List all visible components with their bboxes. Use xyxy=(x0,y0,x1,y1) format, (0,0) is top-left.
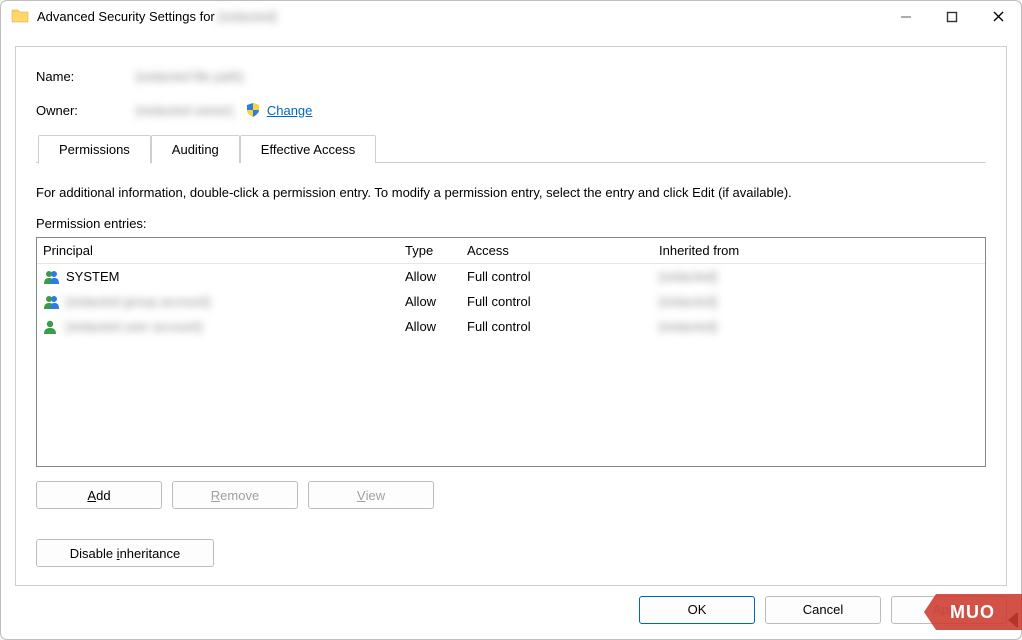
add-button[interactable]: Add xyxy=(36,481,162,509)
table-row[interactable]: [redacted group account] AllowFull contro… xyxy=(37,289,985,314)
access-cell: Full control xyxy=(467,294,659,309)
list-header: Principal Type Access Inherited from xyxy=(37,238,985,264)
access-cell: Full control xyxy=(467,319,659,334)
owner-label: Owner: xyxy=(36,103,136,118)
inheritance-actions: Disable inheritance xyxy=(36,539,986,567)
col-inherited[interactable]: Inherited from xyxy=(659,243,985,258)
minimize-button[interactable] xyxy=(883,1,929,32)
view-button[interactable]: View xyxy=(308,481,434,509)
principal-cell: [redacted user account] xyxy=(66,319,202,334)
window-controls xyxy=(883,1,1021,32)
permission-entries-list[interactable]: Principal Type Access Inherited from SYS… xyxy=(36,237,986,467)
permissions-tab-body: For additional information, double-click… xyxy=(16,169,1006,585)
maximize-button[interactable] xyxy=(929,1,975,32)
type-cell: Allow xyxy=(405,269,467,284)
object-header: Name: [redacted file path] Owner: [redac… xyxy=(16,47,1006,169)
disable-inheritance-button[interactable]: Disable inheritance xyxy=(36,539,214,567)
entry-actions: Add Remove View xyxy=(36,481,986,509)
principal-cell: [redacted group account] xyxy=(66,294,210,309)
inherited-cell: [redacted] xyxy=(659,269,985,284)
name-label: Name: xyxy=(36,69,136,84)
close-button[interactable] xyxy=(975,1,1021,32)
info-text: For additional information, double-click… xyxy=(36,185,986,200)
inherited-cell: [redacted] xyxy=(659,294,985,309)
titlebar: Advanced Security Settings for [redacted… xyxy=(1,1,1021,32)
permission-entries-label: Permission entries: xyxy=(36,216,986,231)
tab-strip: Permissions Auditing Effective Access xyxy=(36,133,986,163)
tab-auditing[interactable]: Auditing xyxy=(151,135,240,163)
name-value: [redacted file path] xyxy=(136,69,243,84)
col-principal[interactable]: Principal xyxy=(43,243,405,258)
window-title: Advanced Security Settings for [redacted… xyxy=(37,9,276,24)
inherited-cell: [redacted] xyxy=(659,319,985,334)
table-row[interactable]: [redacted user account] AllowFull control… xyxy=(37,314,985,339)
shield-icon xyxy=(245,102,261,118)
access-cell: Full control xyxy=(467,269,659,284)
cancel-button[interactable]: Cancel xyxy=(765,596,881,624)
apply-button[interactable]: Apply xyxy=(891,596,1007,624)
remove-button[interactable]: Remove xyxy=(172,481,298,509)
ok-button[interactable]: OK xyxy=(639,596,755,624)
folder-icon xyxy=(11,7,29,26)
tab-permissions[interactable]: Permissions xyxy=(38,135,151,164)
col-access[interactable]: Access xyxy=(467,243,659,258)
tab-effective-access[interactable]: Effective Access xyxy=(240,135,376,163)
type-cell: Allow xyxy=(405,294,467,309)
col-type[interactable]: Type xyxy=(405,243,467,258)
table-row[interactable]: SYSTEM AllowFull control[redacted] xyxy=(37,264,985,289)
content-panel: Name: [redacted file path] Owner: [redac… xyxy=(15,46,1007,586)
type-cell: Allow xyxy=(405,319,467,334)
principal-cell: SYSTEM xyxy=(66,269,119,284)
dialog-footer: OK Cancel Apply xyxy=(1,590,1021,639)
change-owner-link[interactable]: Change xyxy=(267,103,313,118)
owner-value: [redacted owner] xyxy=(136,103,233,118)
dialog-window: Advanced Security Settings for [redacted… xyxy=(0,0,1022,640)
